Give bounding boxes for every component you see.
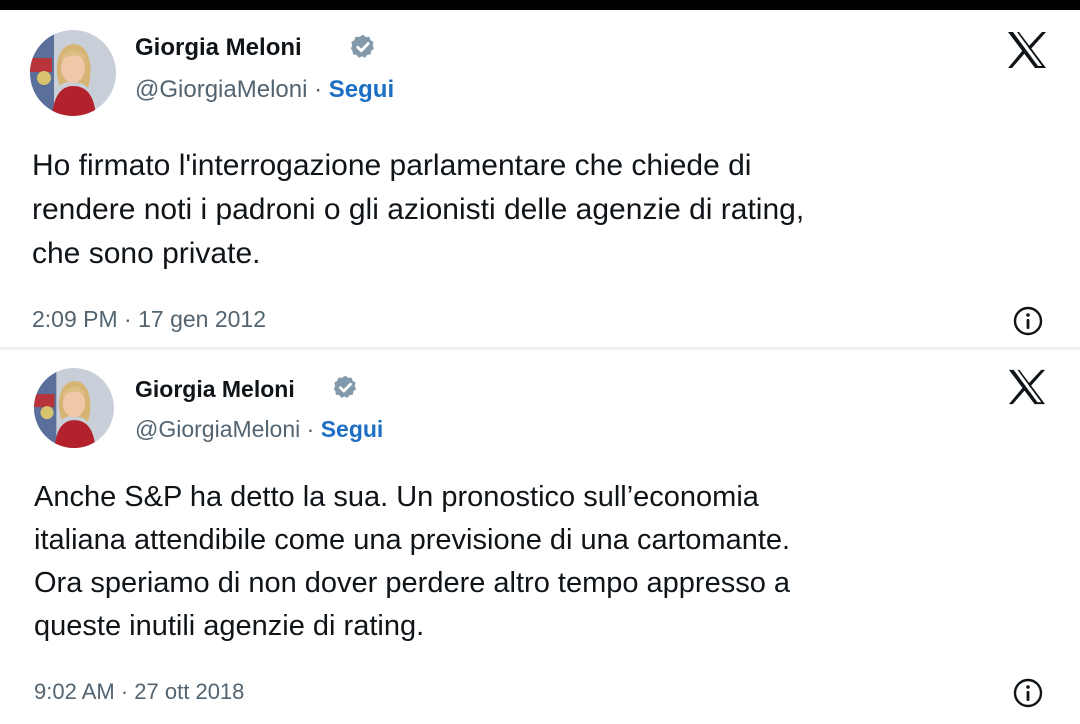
info-icon[interactable] xyxy=(1012,305,1044,342)
tweet-card[interactable]: Giorgia Meloni @GiorgiaMeloni · Segui Ho… xyxy=(0,10,1080,348)
follow-button[interactable]: Segui xyxy=(321,416,384,442)
separator-dot: · xyxy=(314,76,323,103)
info-icon[interactable] xyxy=(1012,677,1044,714)
follow-button[interactable]: Segui xyxy=(329,76,394,103)
author-name[interactable]: Giorgia Meloni xyxy=(135,376,295,403)
separator-dot: · xyxy=(306,416,315,442)
x-logo-icon[interactable] xyxy=(1006,30,1048,75)
top-edge-bar xyxy=(0,0,1080,10)
verified-badge-icon xyxy=(349,33,377,66)
handle-row: @GiorgiaMeloni · Segui xyxy=(135,416,383,443)
verified-badge-icon xyxy=(332,374,359,406)
separator-dot: · xyxy=(120,679,129,704)
x-logo-icon[interactable] xyxy=(1007,368,1047,411)
handle-row: @GiorgiaMeloni · Segui xyxy=(135,76,394,104)
tweet-time: 2:09 PM xyxy=(32,306,118,332)
tweet-date: 27 ott 2018 xyxy=(134,679,245,704)
tweet-time: 9:02 AM xyxy=(34,679,115,704)
tweet-text: Ho firmato l'interrogazione parlamentare… xyxy=(32,149,805,270)
tweet-card[interactable]: Giorgia Meloni @GiorgiaMeloni · Segui An… xyxy=(0,350,1080,724)
tweet-timestamp[interactable]: 2:09 PM · 17 gen 2012 xyxy=(32,306,266,333)
handle[interactable]: @GiorgiaMeloni xyxy=(135,416,300,442)
tweet-timestamp[interactable]: 9:02 AM · 27 ott 2018 xyxy=(34,679,244,705)
author-name[interactable]: Giorgia Meloni xyxy=(135,34,302,62)
avatar[interactable] xyxy=(30,30,116,116)
handle[interactable]: @GiorgiaMeloni xyxy=(135,76,307,103)
tweet-text: Anche S&P ha detto la sua. Un pronostico… xyxy=(34,481,791,642)
separator-dot: · xyxy=(124,306,132,332)
avatar[interactable] xyxy=(34,368,114,448)
tweet-date: 17 gen 2012 xyxy=(138,306,267,332)
